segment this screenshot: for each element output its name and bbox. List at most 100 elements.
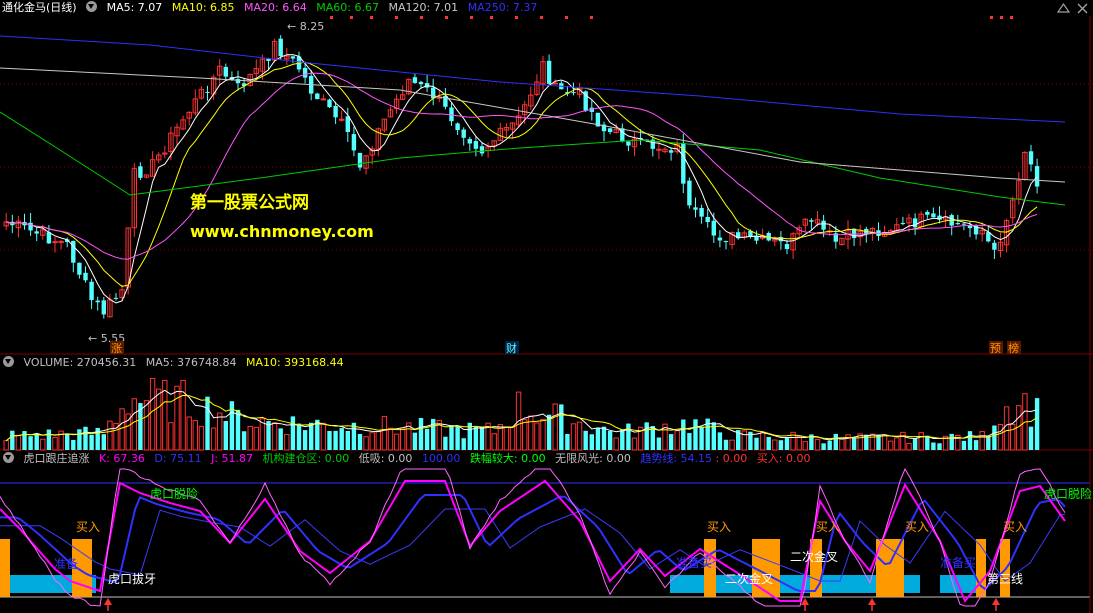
candle-body <box>784 244 790 250</box>
candle-body <box>28 222 33 231</box>
candle-body <box>809 220 814 222</box>
volume-bar <box>473 426 479 450</box>
top-marker <box>490 16 493 19</box>
ma60-label: MA60: 6.67 <box>316 1 379 14</box>
d-value: D: 75.11 <box>154 452 202 465</box>
volume-bar <box>449 425 454 450</box>
indicator-annotation: 二次金叉 <box>725 571 773 586</box>
high-price-label: ← 8.25 <box>287 20 324 33</box>
candle-body <box>693 207 698 210</box>
top-marker <box>470 16 473 19</box>
event-marker-label: 榜 <box>1008 341 1019 355</box>
candle-body <box>83 272 88 281</box>
volume-bar <box>559 404 564 450</box>
candle-body <box>290 56 296 59</box>
volume-bar <box>412 432 418 450</box>
volume-bar <box>851 437 857 450</box>
volume-bar <box>693 419 698 450</box>
candle-body <box>1034 166 1040 187</box>
volume-bar <box>223 421 228 450</box>
candle-body <box>925 211 930 215</box>
volume-bar <box>565 433 570 450</box>
volume-bar <box>309 422 314 450</box>
volume-bar <box>83 426 88 450</box>
volume-bar <box>431 418 436 450</box>
candle-body <box>205 91 210 93</box>
candle-body <box>479 146 485 154</box>
top-marker <box>1000 16 1003 19</box>
chevron-down-icon[interactable] <box>86 1 98 12</box>
volume-bar <box>687 433 692 450</box>
volume-bar <box>827 440 832 450</box>
indicator-annotation: 虎口脱险 <box>150 486 198 501</box>
price-panel[interactable]: ← 8.25 ← 5.55 涨财预榜 通化金马(日线) MA5: 7.07 MA10… <box>0 0 1093 355</box>
volume-bar <box>10 430 15 450</box>
volume-bar <box>296 423 302 450</box>
candle-body <box>717 237 723 241</box>
indicator-panel[interactable]: 虎口脱险 虎口脱险 买入 买入 买入 买入 买入 准备 准备买 准备买 虎口拔牙 二次金叉 二次金叉 第三… <box>0 451 1093 613</box>
indicator-annotation: 准备 <box>54 557 78 571</box>
volume-bar <box>620 429 625 450</box>
price-header: 通化金马(日线) MA5: 7.07 MA10: 6.85 MA20: 6.64… <box>0 0 543 16</box>
candle-body <box>1028 151 1034 165</box>
ma20-label: MA20: 6.64 <box>244 1 307 14</box>
chevron-down-icon[interactable] <box>3 452 14 463</box>
candle-body <box>113 297 119 299</box>
candle-body <box>473 141 479 149</box>
big-drop-value: 跌幅较大: 0.00 <box>469 452 546 465</box>
event-marker-label: 预 <box>990 342 1001 355</box>
candle-body <box>333 105 338 118</box>
volume-bar <box>973 440 979 450</box>
indicator-annotation: 第三线 <box>987 572 1023 586</box>
indicator-annotation: 虎口脱险 <box>1044 486 1092 501</box>
watermark-url: www.chnmoney.com <box>190 222 374 241</box>
event-marker-label: 财 <box>506 341 517 355</box>
candle-body <box>95 300 100 303</box>
volume-bar <box>949 433 954 450</box>
candle-body <box>705 216 710 223</box>
volume-bar <box>723 439 729 450</box>
top-marker <box>395 16 398 19</box>
indicator-name: 虎口跟庄追涨 <box>23 452 90 465</box>
volume-bar <box>327 430 332 450</box>
volume-bar <box>992 425 997 450</box>
indicator-chart[interactable]: 虎口脱险 虎口脱险买入 买入 买入 买入 买入准备 准备买 准备买虎口拔牙 二次金叉二次金叉第三… <box>0 451 1093 613</box>
candle-body <box>546 60 552 84</box>
trend-line-value: 趋势线: 54.15 <box>640 452 713 465</box>
indicator-annotation: 准备买 <box>940 556 976 570</box>
volume-bar <box>302 430 308 450</box>
volume-header: VOLUME: 270456.31 MA5: 376748.84 MA10: 3… <box>0 355 350 371</box>
indicator-annotation: 买入 <box>816 520 840 534</box>
candle-body <box>101 300 106 315</box>
volume-ma5-label: MA5: 376748.84 <box>145 356 237 369</box>
collapse-icon[interactable] <box>1057 2 1070 15</box>
orange-signal-bar <box>0 539 10 597</box>
volume-bar <box>22 431 27 450</box>
accumulation-zone-value: 机构建仓区: 0.00 <box>262 452 350 465</box>
volume-bar <box>601 426 607 450</box>
top-marker <box>990 16 993 19</box>
candle-body <box>955 223 960 225</box>
close-icon[interactable] <box>1076 2 1089 15</box>
candle-body <box>626 141 631 146</box>
volume-bar <box>699 426 704 450</box>
candle-body <box>357 152 363 168</box>
volume-bar <box>833 433 838 450</box>
candle-body <box>656 148 662 151</box>
volume-bar <box>1028 426 1034 450</box>
volume-bar <box>357 433 363 450</box>
price-chart[interactable]: ← 8.25← 5.55涨财预榜 <box>0 0 1093 355</box>
volume-bar <box>754 437 759 450</box>
candle-body <box>52 241 58 244</box>
event-marker-label: 涨 <box>111 342 122 355</box>
top-marker <box>540 16 543 19</box>
volume-bar <box>967 431 973 450</box>
chevron-down-icon[interactable] <box>3 356 14 367</box>
volume-panel[interactable]: VOLUME: 270456.31 MA5: 376748.84 MA10: 3… <box>0 355 1093 451</box>
volume-bar <box>607 430 613 450</box>
candle-body <box>77 262 82 275</box>
ma250-label: MA250: 7.37 <box>467 1 538 14</box>
candle-body <box>302 67 308 78</box>
candle-body <box>668 150 674 153</box>
volume-bar <box>455 426 460 450</box>
